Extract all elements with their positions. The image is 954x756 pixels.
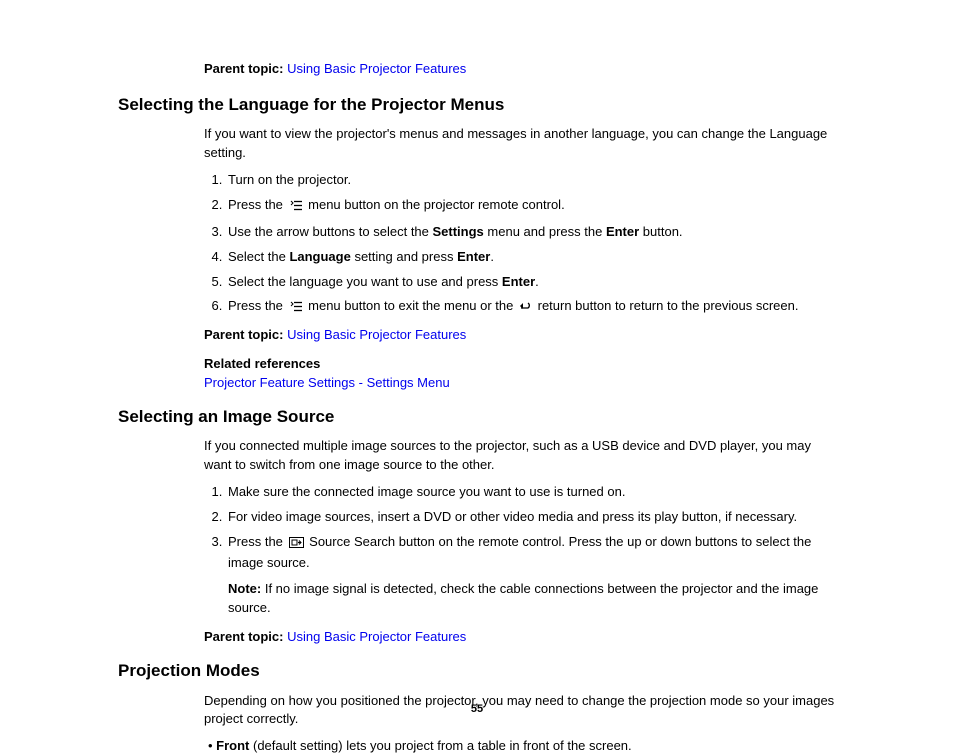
step-item: Press the menu button on the projector r…	[226, 196, 836, 217]
bullet-item: Front (default setting) lets you project…	[208, 737, 836, 756]
parent-topic-link[interactable]: Using Basic Projector Features	[287, 61, 466, 76]
menu-icon	[289, 198, 303, 217]
step-item: Select the Language setting and press En…	[226, 248, 836, 267]
intro-text: If you want to view the projector's menu…	[204, 125, 836, 163]
related-reference-link[interactable]: Projector Feature Settings - Settings Me…	[204, 375, 450, 390]
section-heading-image-source: Selecting an Image Source	[118, 405, 836, 430]
step-item: Press the menu button to exit the menu o…	[226, 297, 836, 318]
section-heading-projection-modes: Projection Modes	[118, 659, 836, 684]
step-item: Turn on the projector.	[226, 171, 836, 190]
intro-text: If you connected multiple image sources …	[204, 437, 836, 475]
parent-topic-label: Parent topic:	[204, 327, 283, 342]
step-item: Use the arrow buttons to select the Sett…	[226, 223, 836, 242]
steps-list: Turn on the projector. Press the menu bu…	[204, 171, 836, 318]
document-page: Parent topic: Using Basic Projector Feat…	[0, 0, 954, 738]
note-label: Note:	[228, 581, 261, 596]
parent-topic-link[interactable]: Using Basic Projector Features	[287, 327, 466, 342]
parent-topic-label: Parent topic:	[204, 61, 283, 76]
parent-topic-line: Parent topic: Using Basic Projector Feat…	[204, 326, 836, 345]
return-icon	[519, 299, 532, 318]
note-block: Note: If no image signal is detected, ch…	[228, 580, 836, 618]
section-heading-language: Selecting the Language for the Projector…	[118, 93, 836, 118]
parent-topic-line-top: Parent topic: Using Basic Projector Feat…	[204, 60, 836, 79]
parent-topic-link[interactable]: Using Basic Projector Features	[287, 629, 466, 644]
step-item: Press the Source Search button on the re…	[226, 533, 836, 618]
step-item: Select the language you want to use and …	[226, 273, 836, 292]
parent-topic-line: Parent topic: Using Basic Projector Feat…	[204, 628, 836, 647]
step-item: Make sure the connected image source you…	[226, 483, 836, 502]
source-search-icon	[289, 535, 304, 554]
bullet-list: Front (default setting) lets you project…	[204, 737, 836, 756]
step-item: For video image sources, insert a DVD or…	[226, 508, 836, 527]
parent-topic-label: Parent topic:	[204, 629, 283, 644]
section-body-image-source: If you connected multiple image sources …	[204, 437, 836, 647]
menu-icon	[289, 299, 303, 318]
steps-list: Make sure the connected image source you…	[204, 483, 836, 618]
page-number: 55	[0, 702, 954, 718]
related-references-label: Related references	[204, 355, 836, 374]
section-body-language: If you want to view the projector's menu…	[204, 125, 836, 392]
related-references-block: Related references Projector Feature Set…	[204, 355, 836, 393]
note-text: If no image signal is detected, check th…	[228, 581, 818, 615]
